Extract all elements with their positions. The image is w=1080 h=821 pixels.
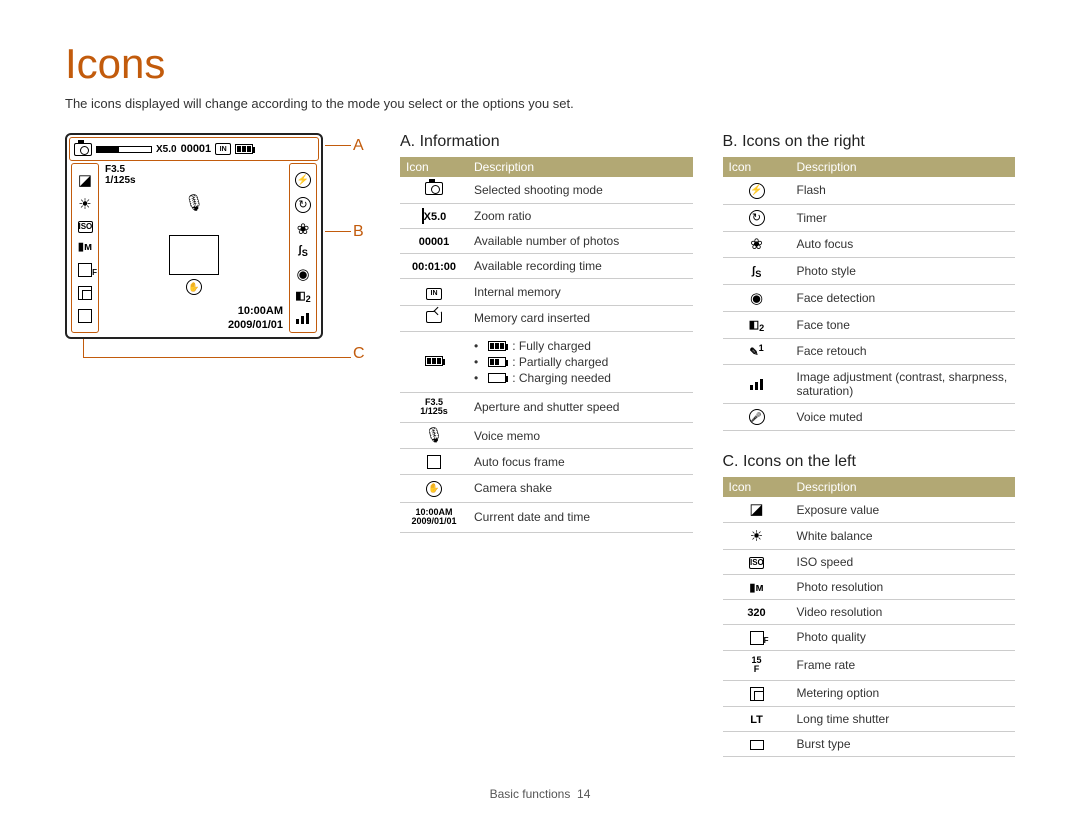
flash-icon bbox=[749, 183, 765, 199]
desc: : Fully charged : Partially charged : Ch… bbox=[468, 331, 693, 392]
voice-memo-icon: 🎙 bbox=[424, 428, 443, 443]
section-a-heading: A. Information bbox=[400, 133, 693, 151]
table-a: Icon Description Selected shooting mode … bbox=[400, 157, 693, 533]
col-desc: Description bbox=[791, 157, 1016, 177]
white-balance-icon: ☀ bbox=[750, 529, 763, 544]
battery-empty-icon bbox=[488, 373, 506, 383]
battery-icon bbox=[425, 356, 443, 366]
af-frame-icon bbox=[427, 455, 441, 469]
memory-card-icon bbox=[426, 311, 442, 323]
table-b: IconDescription Flash Timer ❀Auto focus … bbox=[723, 157, 1016, 431]
desc: Zoom ratio bbox=[468, 204, 693, 229]
internal-memory-icon: IN bbox=[426, 288, 442, 300]
col-icon: Icon bbox=[400, 157, 468, 177]
col-desc: Description bbox=[468, 157, 693, 177]
frame-rate-icon: 15F bbox=[751, 656, 761, 675]
timer-icon bbox=[749, 210, 765, 226]
photo-quality-icon bbox=[750, 631, 764, 645]
section-b-heading: B. Icons on the right bbox=[723, 133, 1016, 151]
flash-icon bbox=[295, 172, 311, 188]
datetime-icon: 10:00AM2009/01/01 bbox=[411, 508, 456, 527]
zoom-bar-icon bbox=[422, 208, 424, 224]
col-desc: Description bbox=[791, 477, 1016, 497]
region-b-box: ❀ ʃS ◉ ◧2 bbox=[289, 163, 317, 333]
section-a: A. Information Icon Description Selected… bbox=[400, 133, 693, 757]
internal-memory-icon: IN bbox=[215, 143, 231, 155]
section-b: B. Icons on the right IconDescription Fl… bbox=[723, 133, 1016, 431]
photo-style-icon: ʃS bbox=[752, 266, 762, 279]
burst-type-icon bbox=[750, 740, 764, 750]
face-detection-icon: ◉ bbox=[750, 291, 763, 306]
desc: Internal memory bbox=[468, 279, 693, 306]
col-icon: Icon bbox=[723, 157, 791, 177]
page-title: Icons bbox=[65, 40, 1015, 88]
image-adjust-icon bbox=[296, 313, 310, 324]
intro-text: The icons displayed will change accordin… bbox=[65, 96, 1015, 111]
battery-full-icon bbox=[235, 144, 253, 154]
rec-time-icon: 00:01:00 bbox=[412, 262, 456, 273]
desc: Voice memo bbox=[468, 422, 693, 448]
main-layout: X5.0 00001 IN F3.51/125s ❀ ʃS ◉ ◧2 bbox=[65, 133, 1015, 757]
camera-mode-icon bbox=[74, 143, 92, 156]
voice-memo-icon: 🎙 bbox=[67, 193, 321, 213]
region-a-box: X5.0 00001 IN bbox=[69, 137, 319, 161]
shot-counter: 00001 bbox=[181, 143, 212, 155]
lcd-time: 10:00AM bbox=[238, 305, 283, 317]
face-tone-icon: ◧2 bbox=[749, 320, 765, 333]
iso-speed-icon: ISO bbox=[749, 557, 764, 569]
page-footer: Basic functions 14 bbox=[65, 787, 1015, 801]
long-time-shutter-icon: LT bbox=[750, 715, 763, 726]
aperture-shutter-icon: F3.51/125s bbox=[420, 398, 448, 417]
camera-shake-icon bbox=[426, 481, 442, 497]
iso-speed-icon: ISO bbox=[78, 221, 93, 233]
desc: Auto focus frame bbox=[468, 449, 693, 475]
photo-resolution-icon: ▮м bbox=[78, 242, 92, 253]
battery-full-icon bbox=[488, 341, 506, 351]
af-frame-icon bbox=[169, 235, 219, 275]
table-c: IconDescription ◪Exposure value ☀White b… bbox=[723, 477, 1016, 757]
auto-focus-icon: ❀ bbox=[750, 237, 763, 252]
face-retouch-icon: ✎1 bbox=[749, 344, 763, 359]
label-b: B bbox=[353, 223, 364, 241]
lcd-date: 2009/01/01 bbox=[228, 319, 283, 331]
aperture-shutter-display: F3.51/125s bbox=[105, 165, 136, 186]
video-resolution-icon: 320 bbox=[747, 608, 765, 619]
section-c-heading: C. Icons on the left bbox=[723, 453, 1016, 471]
camera-mode-icon bbox=[425, 182, 443, 195]
photo-quality-icon bbox=[78, 263, 92, 277]
voice-muted-icon bbox=[749, 409, 765, 425]
exposure-value-icon: ◪ bbox=[78, 173, 92, 188]
auto-focus-icon: ❀ bbox=[297, 222, 310, 237]
desc: Memory card inserted bbox=[468, 305, 693, 331]
desc: Selected shooting mode bbox=[468, 177, 693, 204]
desc: Available recording time bbox=[468, 254, 693, 279]
desc: Camera shake bbox=[468, 475, 693, 503]
label-c: C bbox=[353, 345, 365, 363]
zoom-label: X5.0 bbox=[156, 144, 177, 155]
zoom-bar-icon bbox=[96, 146, 152, 153]
photo-resolution-icon: ▮м bbox=[749, 583, 763, 594]
desc: Available number of photos bbox=[468, 229, 693, 254]
image-adjust-icon bbox=[750, 379, 764, 390]
region-c-box: ◪ ☀ ISO ▮м bbox=[71, 163, 99, 333]
exposure-value-icon: ◪ bbox=[749, 502, 763, 517]
desc: Aperture and shutter speed bbox=[468, 392, 693, 422]
section-c: C. Icons on the left IconDescription ◪Ex… bbox=[723, 453, 1016, 757]
lcd-screen: X5.0 00001 IN F3.51/125s ❀ ʃS ◉ ◧2 bbox=[65, 133, 323, 339]
metering-icon bbox=[750, 687, 764, 701]
burst-type-icon bbox=[78, 309, 92, 323]
col-icon: Icon bbox=[723, 477, 791, 497]
battery-partial-icon bbox=[488, 357, 506, 367]
desc: Current date and time bbox=[468, 502, 693, 532]
counter-icon: 00001 bbox=[419, 237, 450, 248]
label-a: A bbox=[353, 137, 364, 155]
photo-style-icon: ʃS bbox=[298, 245, 308, 258]
diagram-column: X5.0 00001 IN F3.51/125s ❀ ʃS ◉ ◧2 bbox=[65, 133, 370, 757]
camera-shake-icon bbox=[67, 277, 321, 296]
